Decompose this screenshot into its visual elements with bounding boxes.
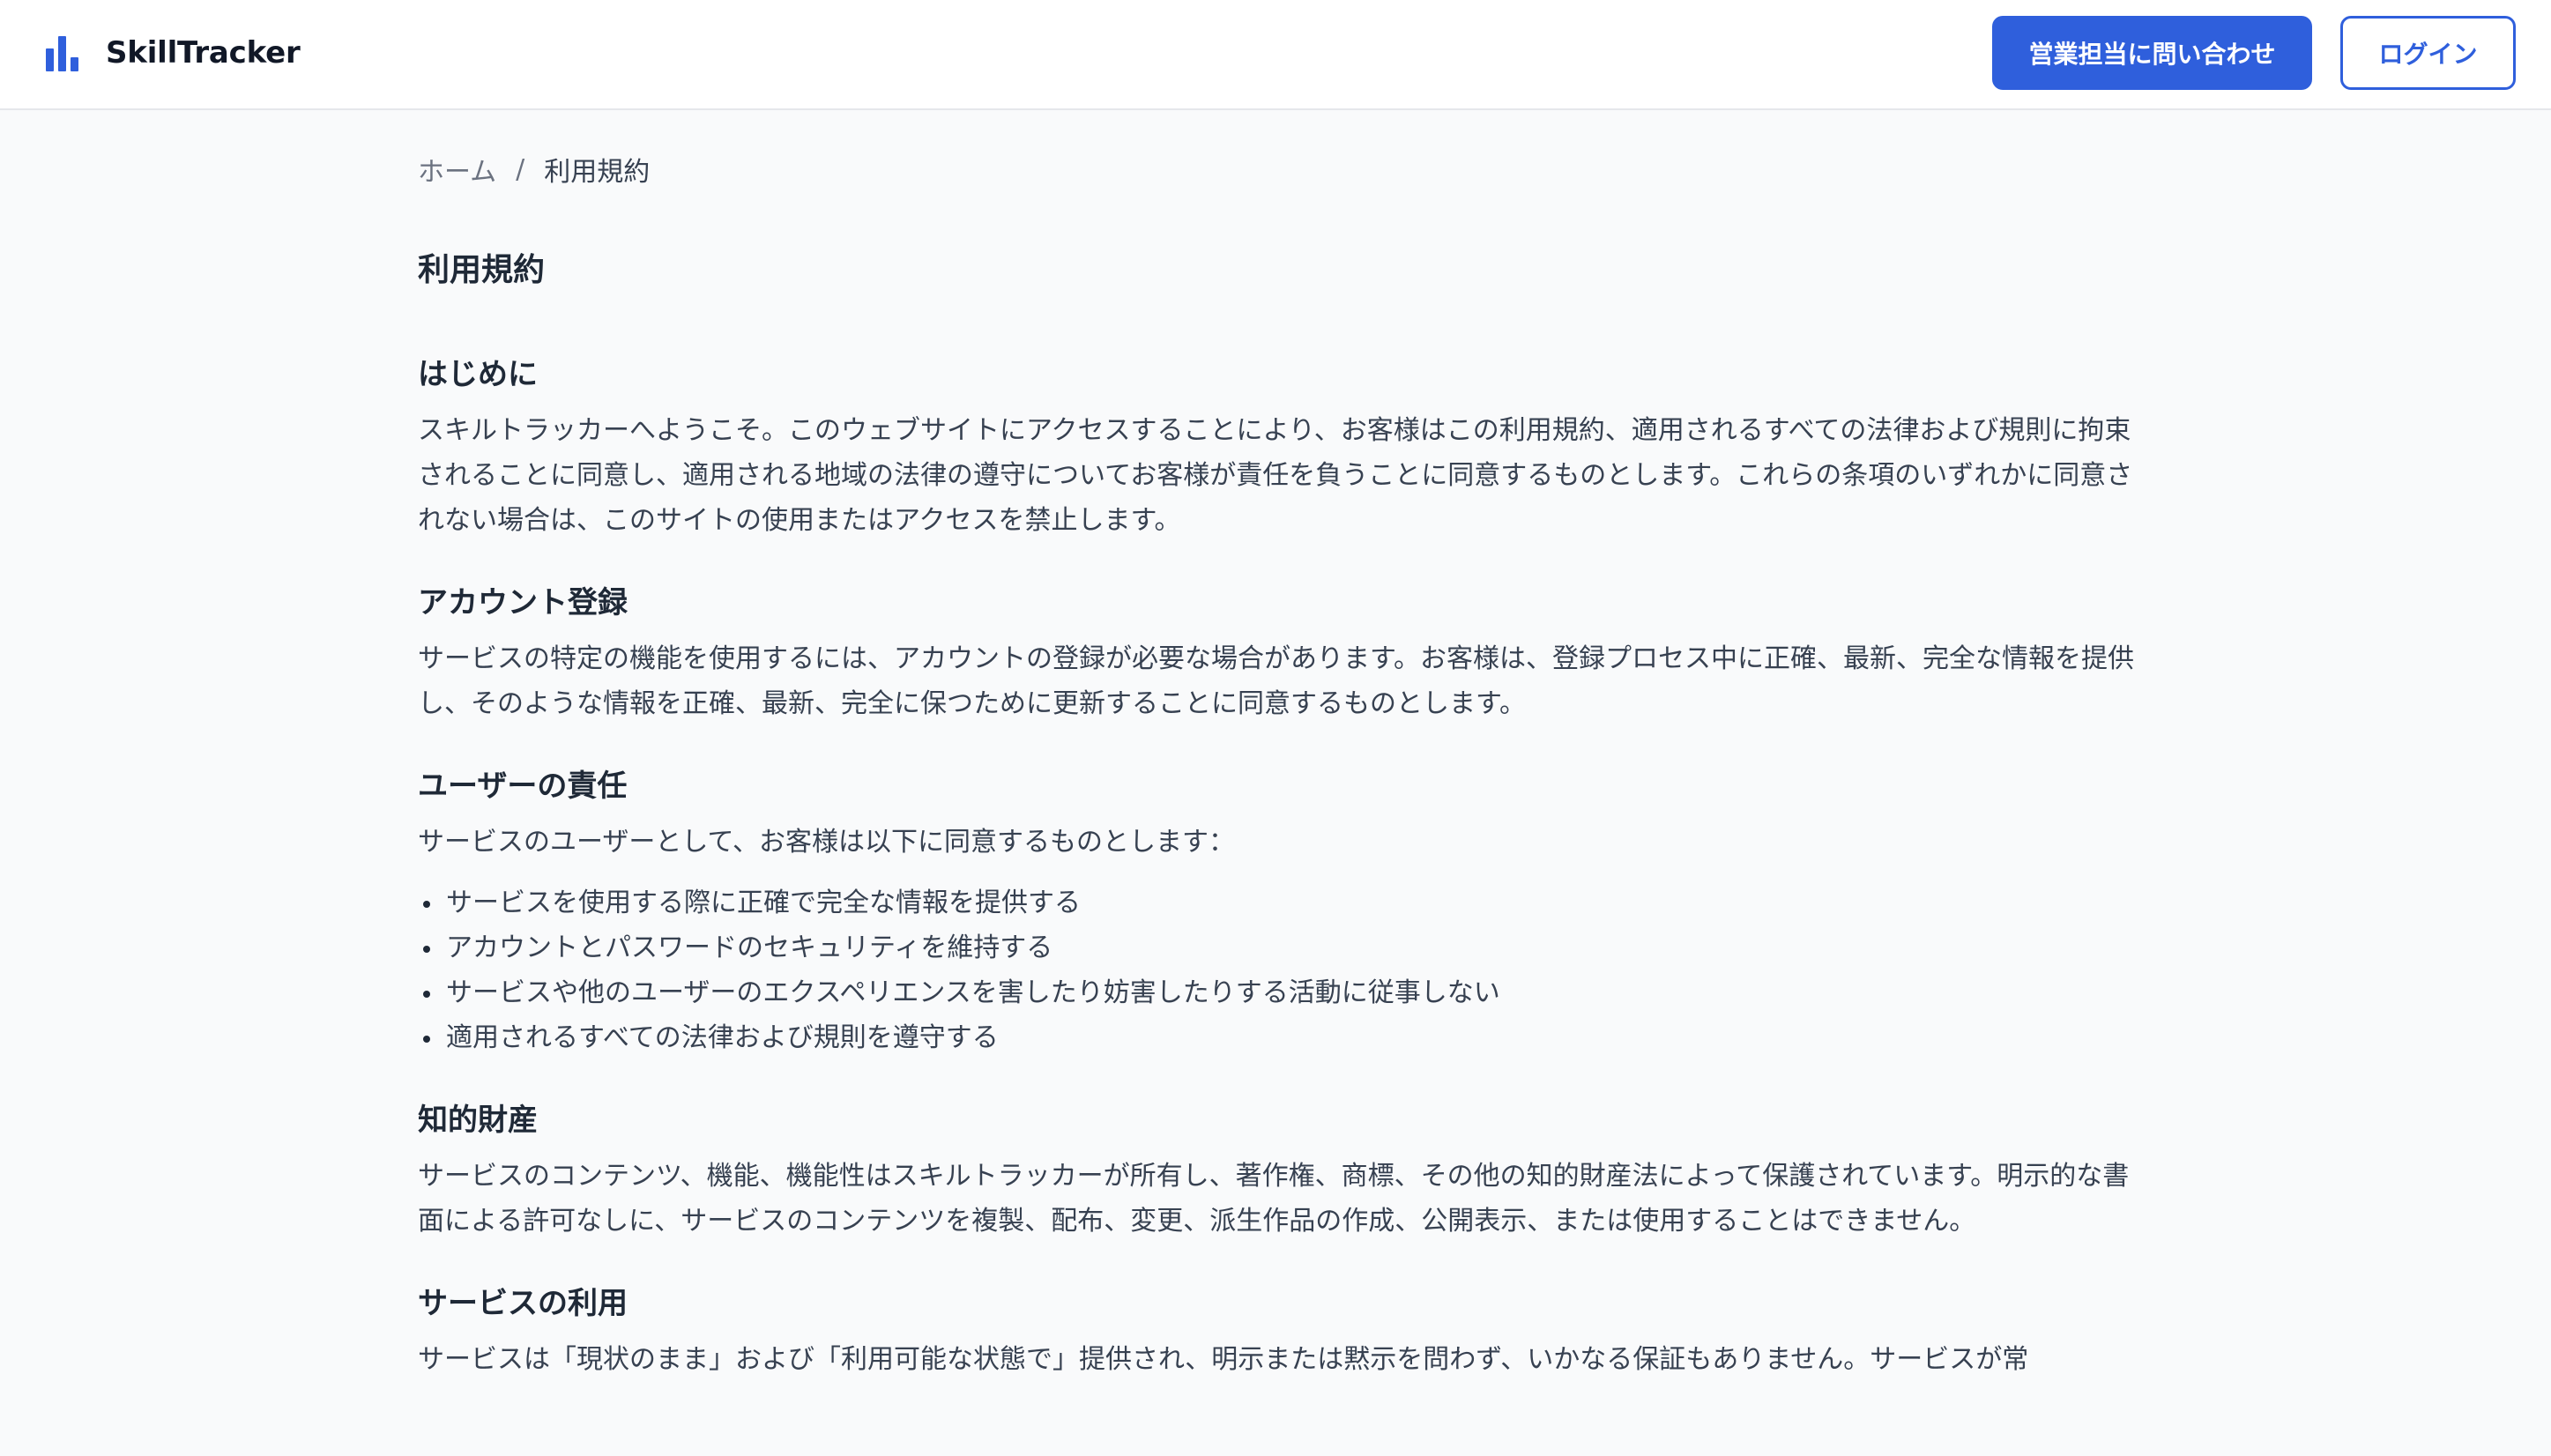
list-item: 適用されるすべての法律および規則を遵守する [418,1015,2146,1060]
bar-chart-icon [46,35,78,71]
list-item: サービスを使用する際に正確で完全な情報を提供する [418,880,2146,925]
section-intellectual-property: 知的財産 サービスのコンテンツ、機能、機能性はスキルトラッカーが所有し、著作権、… [418,1101,2146,1244]
section-body: スキルトラッカーへようこそ。このウェブサイトにアクセスすることにより、お客様はこ… [418,415,2133,536]
section-body: サービスは「現状のまま」および「利用可能な状態で」提供され、明示または黙示を問わ… [418,1344,2029,1375]
section-body: サービスの特定の機能を使用するには、アカウントの登録が必要な場合があります。お客… [418,643,2134,719]
section-heading: はじめに [418,357,538,392]
main-content: ホーム / 利用規約 利用規約 はじめに スキルトラッカーへようこそ。このウェブ… [418,110,2146,1382]
breadcrumb-home-link[interactable]: ホーム [418,150,496,189]
section-introduction: はじめに スキルトラッカーへようこそ。このウェブサイトにアクセスすることにより、… [418,355,2146,543]
section-heading: アカウント登録 [418,585,628,620]
section-account-registration: アカウント登録 サービスの特定の機能を使用するには、アカウントの登録が必要な場合… [418,583,2146,726]
breadcrumb: ホーム / 利用規約 [418,150,2146,189]
page-title: 利用規約 [418,252,546,288]
login-button[interactable]: ログイン [2340,16,2516,90]
breadcrumb-separator: / [516,153,525,185]
section-heading: 知的財産 [418,1103,538,1138]
responsibility-list: サービスを使用する際に正確で完全な情報を提供する アカウントとパスワードのセキュ… [418,880,2146,1060]
brand-name: SkillTracker [106,35,301,71]
section-service-use: サービスの利用 サービスは「現状のまま」および「利用可能な状態で」提供され、明示… [418,1284,2146,1382]
list-item: サービスや他のユーザーのエクスペリエンスを害したり妨害したりする活動に従事しない [418,970,2146,1015]
section-heading: サービスの利用 [418,1286,628,1321]
breadcrumb-current: 利用規約 [544,157,651,188]
section-heading: ユーザーの責任 [418,769,628,804]
top-navbar: SkillTracker 営業担当に問い合わせ ログイン [0,0,2551,110]
list-item: アカウントとパスワードのセキュリティを維持する [418,925,2146,970]
section-body: サービスのユーザーとして、お客様は以下に同意するものとします： [418,827,1235,858]
brand-logo[interactable]: SkillTracker [46,33,301,73]
contact-sales-button[interactable]: 営業担当に問い合わせ [1992,16,2312,90]
section-user-responsibilities: ユーザーの責任 サービスのユーザーとして、お客様は以下に同意するものとします： … [418,767,2146,1060]
section-body: サービスのコンテンツ、機能、機能性はスキルトラッカーが所有し、著作権、商標、その… [418,1161,2130,1237]
